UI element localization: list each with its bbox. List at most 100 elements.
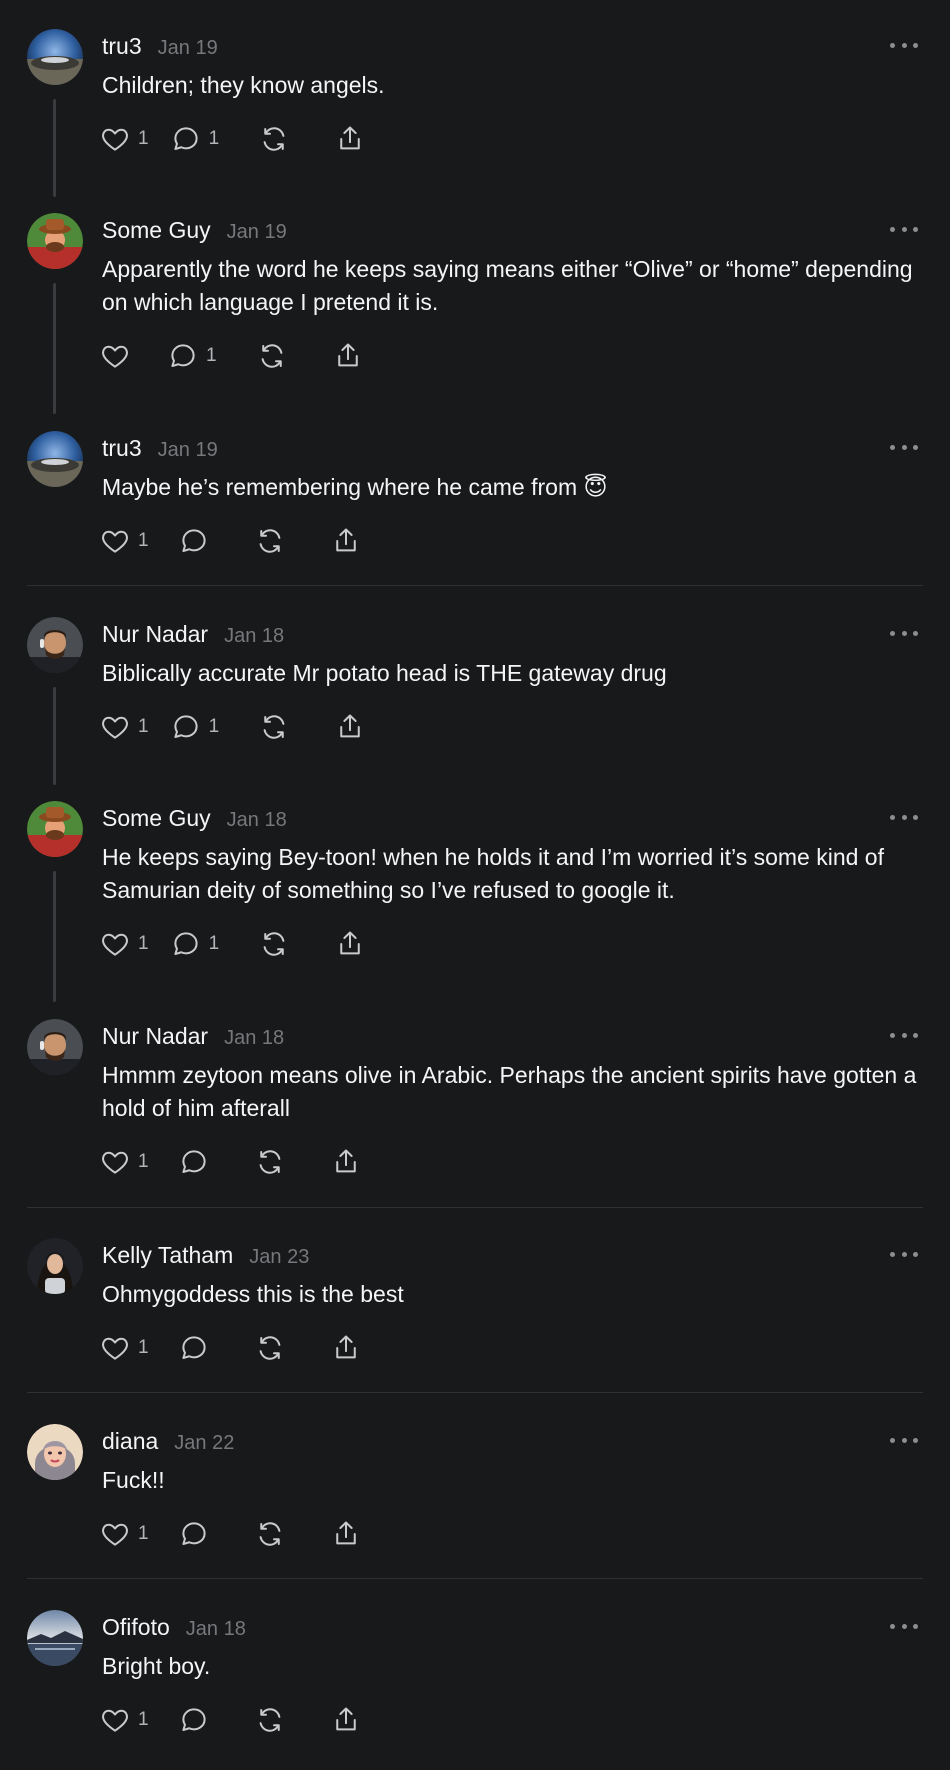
avatar[interactable]	[27, 1238, 83, 1294]
share-button[interactable]	[333, 340, 363, 372]
like-button[interactable]: 1	[100, 928, 149, 960]
avatar[interactable]	[27, 801, 83, 857]
repost-icon	[259, 1522, 280, 1546]
more-icon[interactable]	[890, 39, 918, 51]
like-count: 1	[138, 716, 149, 737]
share-button[interactable]	[335, 123, 365, 155]
more-icon[interactable]	[890, 1248, 918, 1260]
like-button[interactable]: 1	[100, 1518, 149, 1550]
share-button[interactable]	[331, 1332, 361, 1364]
share-button[interactable]	[331, 1518, 361, 1550]
post-header: tru3 Jan 19	[102, 33, 218, 61]
more-icon[interactable]	[890, 223, 918, 235]
reply-button[interactable]: 1	[168, 340, 217, 372]
post-date[interactable]: Jan 18	[224, 1027, 284, 1050]
like-button[interactable]: 1	[100, 525, 149, 557]
share-button[interactable]	[331, 1146, 361, 1178]
more-icon[interactable]	[890, 1620, 918, 1632]
reply-button[interactable]	[179, 525, 217, 557]
more-icon[interactable]	[890, 1029, 918, 1041]
avatar[interactable]	[27, 1019, 83, 1075]
author-name[interactable]: Nur Nadar	[102, 1023, 208, 1050]
repost-button[interactable]	[255, 525, 285, 557]
more-icon[interactable]	[890, 627, 918, 639]
repost-icon	[259, 529, 280, 553]
post-actions: 1	[100, 1146, 361, 1178]
author-name[interactable]: Some Guy	[102, 805, 211, 832]
more-icon[interactable]	[890, 811, 918, 823]
avatar[interactable]	[27, 29, 83, 85]
more-icon[interactable]	[890, 441, 918, 453]
post-date[interactable]: Jan 19	[158, 37, 218, 60]
repost-button[interactable]	[259, 928, 289, 960]
reply-button[interactable]: 1	[171, 123, 219, 155]
repost-button[interactable]	[255, 1518, 285, 1550]
post-date[interactable]: Jan 23	[249, 1246, 309, 1269]
like-button[interactable]	[100, 340, 138, 372]
heart-icon	[102, 345, 128, 368]
repost-button[interactable]	[259, 711, 289, 743]
repost-button[interactable]	[259, 123, 289, 155]
like-count: 1	[138, 1151, 149, 1172]
post-date[interactable]: Jan 18	[227, 809, 287, 832]
author-name[interactable]: tru3	[102, 33, 142, 60]
repost-button[interactable]	[255, 1146, 285, 1178]
reply-button[interactable]	[179, 1332, 217, 1364]
avatar[interactable]	[27, 617, 83, 673]
heart-icon	[102, 1523, 128, 1546]
author-name[interactable]: Some Guy	[102, 217, 211, 244]
share-button[interactable]	[331, 525, 361, 557]
reply-button[interactable]	[179, 1518, 217, 1550]
post-text: Maybe he’s remembering where he came fro…	[102, 474, 608, 500]
reply-count: 1	[208, 716, 220, 737]
post-text: Ohmygoddess this is the best	[102, 1281, 404, 1307]
repost-icon	[259, 1708, 280, 1732]
avatar[interactable]	[27, 1424, 83, 1480]
share-button[interactable]	[331, 1704, 361, 1736]
like-button[interactable]: 1	[100, 1146, 149, 1178]
share-icon	[340, 126, 360, 150]
post-date[interactable]: Jan 19	[227, 221, 287, 244]
reply-button[interactable]	[179, 1146, 217, 1178]
repost-button[interactable]	[255, 1704, 285, 1736]
reply-button[interactable]: 1	[171, 711, 220, 743]
repost-button[interactable]	[255, 1332, 285, 1364]
post-date[interactable]: Jan 22	[174, 1432, 234, 1455]
like-button[interactable]: 1	[100, 1704, 149, 1736]
author-name[interactable]: Nur Nadar	[102, 621, 208, 648]
reply-button[interactable]	[179, 1704, 217, 1736]
post-header: Nur Nadar Jan 18	[102, 1023, 284, 1051]
author-name[interactable]: diana	[102, 1428, 158, 1455]
post-actions: 1	[100, 1332, 361, 1364]
post-date[interactable]: Jan 18	[224, 625, 284, 648]
post-date[interactable]: Jan 19	[158, 439, 218, 462]
heart-icon	[102, 1709, 128, 1732]
author-name[interactable]: Kelly Tatham	[102, 1242, 233, 1269]
heart-icon	[102, 128, 128, 151]
like-button[interactable]: 1	[100, 1332, 149, 1364]
avatar[interactable]	[27, 431, 83, 487]
post-actions: 1	[100, 1704, 361, 1736]
comment-icon	[181, 529, 206, 552]
repost-button[interactable]	[257, 340, 287, 372]
reply-button[interactable]: 1	[171, 928, 220, 960]
more-icon[interactable]	[890, 1434, 918, 1446]
like-button[interactable]: 1	[100, 123, 149, 155]
share-button[interactable]	[335, 711, 365, 743]
author-name[interactable]: Ofifoto	[102, 1614, 170, 1641]
heart-icon	[102, 530, 128, 553]
like-count: 1	[138, 1523, 149, 1544]
heart-icon	[102, 1151, 128, 1174]
divider	[27, 585, 923, 586]
post-date[interactable]: Jan 18	[186, 1618, 246, 1641]
repost-icon	[259, 1336, 280, 1360]
like-button[interactable]: 1	[100, 711, 149, 743]
post-header: Kelly Tatham Jan 23	[102, 1242, 309, 1270]
replies-feed: tru3 Jan 19 Children; they know angels. …	[0, 0, 950, 1770]
reply-count: 1	[208, 933, 220, 954]
divider	[27, 1578, 923, 1579]
share-button[interactable]	[335, 928, 365, 960]
author-name[interactable]: tru3	[102, 435, 142, 462]
avatar[interactable]	[27, 213, 83, 269]
avatar[interactable]	[27, 1610, 83, 1666]
